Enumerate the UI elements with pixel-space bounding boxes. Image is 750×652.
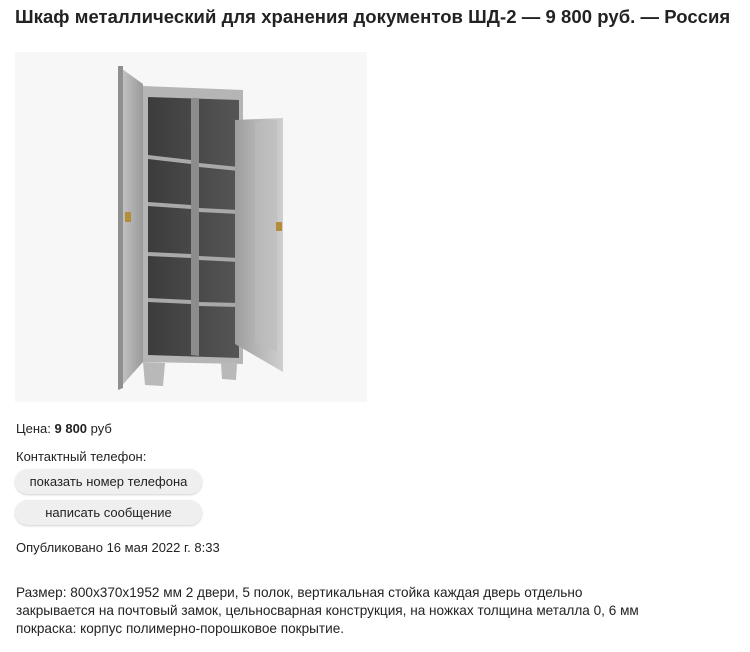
contact-phone-label: Контактный телефон:: [16, 449, 147, 464]
price-currency: руб: [90, 421, 112, 436]
description: Размер: 800x370x1952 мм 2 двери, 5 полок…: [16, 584, 716, 638]
price: Цена: 9 800 руб: [16, 421, 112, 436]
price-label: Цена:: [16, 421, 51, 436]
price-value: 9 800: [54, 421, 88, 436]
product-image[interactable]: [15, 52, 367, 402]
page-title: Шкаф металлический для хранения документ…: [15, 6, 731, 27]
description-line: покраска: корпус полимерно-порошковое по…: [16, 621, 345, 636]
description-line: Размер: 800x370x1952 мм 2 двери, 5 полок…: [16, 585, 583, 600]
send-message-button[interactable]: написать сообщение: [15, 500, 202, 525]
cabinet-illustration: [118, 66, 283, 390]
description-line: закрывается на почтовый замок, цельносва…: [16, 603, 639, 618]
show-phone-button[interactable]: показать номер телефона: [15, 469, 202, 494]
published-date: Опубликовано 16 мая 2022 г. 8:33: [16, 540, 220, 555]
lock-icon: [125, 212, 131, 222]
